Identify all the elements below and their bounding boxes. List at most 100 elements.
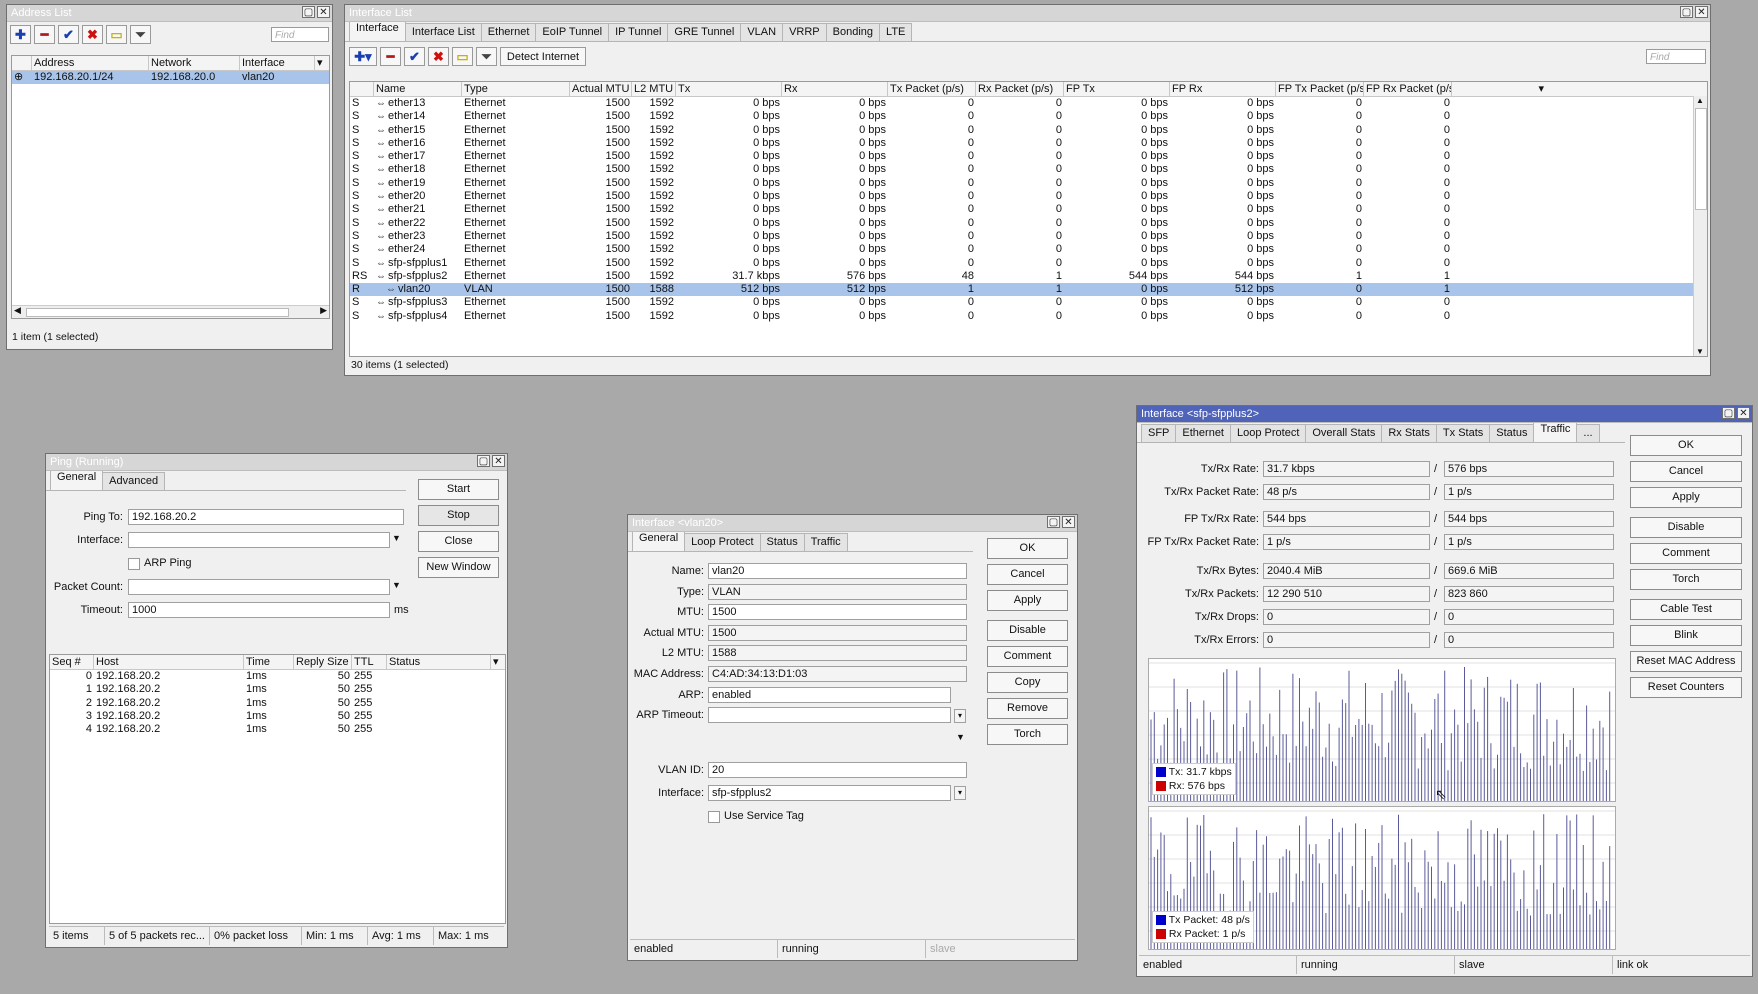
- tab-sfp[interactable]: SFP: [1141, 424, 1177, 442]
- column-header[interactable]: Address: [32, 56, 149, 70]
- tab-loop-protect[interactable]: Loop Protect: [684, 533, 761, 551]
- column-header[interactable]: Time: [244, 655, 294, 669]
- add-icon[interactable]: ✚: [10, 25, 31, 44]
- add-icon[interactable]: ✚▾: [349, 47, 377, 66]
- interface-select[interactable]: sfp-sfpplus2: [708, 785, 951, 801]
- column-header[interactable]: L2 MTU: [632, 82, 676, 96]
- blink-button[interactable]: Blink: [1630, 625, 1742, 646]
- column-header[interactable]: [350, 82, 374, 96]
- table-row[interactable]: 2 192.168.20.2 1ms 50 255: [50, 697, 505, 710]
- address-list-titlebar[interactable]: Address List ▢ ✕: [7, 5, 332, 22]
- tab-loop-protect[interactable]: Loop Protect: [1230, 424, 1307, 442]
- column-header[interactable]: Reply Size: [294, 655, 352, 669]
- maximize-icon[interactable]: ▢: [302, 6, 315, 18]
- vlan-id-input[interactable]: 20: [708, 762, 967, 778]
- column-header[interactable]: Rx: [782, 82, 888, 96]
- arp-timeout-field[interactable]: [708, 707, 951, 724]
- interface-select[interactable]: [128, 532, 390, 548]
- table-row[interactable]: S ⇔ sfp-sfpplus1 Ethernet 1500 1592 0 bps 0 bps…: [350, 257, 1707, 270]
- table-row[interactable]: S ⇔ ether13 Ethernet 1500 1592 0 bps 0 bps 0 0 0 b…: [350, 97, 1707, 110]
- column-header[interactable]: Actual MTU: [570, 82, 632, 96]
- column-header[interactable]: Name: [374, 82, 462, 96]
- tab-general[interactable]: General: [632, 529, 686, 551]
- tab-lte[interactable]: LTE: [879, 23, 913, 41]
- column-header[interactable]: FP Rx: [1170, 82, 1276, 96]
- ok-button[interactable]: OK: [1630, 435, 1742, 456]
- use-service-tag-checkbox[interactable]: [708, 811, 720, 823]
- tab-tx-stats[interactable]: Tx Stats: [1435, 424, 1491, 442]
- ok-button[interactable]: OK: [987, 538, 1068, 559]
- table-row[interactable]: S ⇔ ether22 Ethernet 1500 1592 0 bps 0 bps 0 0 0 b…: [350, 217, 1707, 230]
- vertical-scrollbar[interactable]: ▲ ▼: [1693, 96, 1707, 356]
- scroll-down-icon[interactable]: ▼: [1696, 347, 1704, 356]
- table-row[interactable]: S ⇔ sfp-sfpplus4 Ethernet 1500 1592 0 bps 0 bps…: [350, 310, 1707, 323]
- tab-interface-list[interactable]: Interface List: [404, 23, 482, 41]
- scrollbar-thumb[interactable]: [26, 308, 289, 317]
- new-window-button[interactable]: New Window: [418, 557, 499, 578]
- remove-button[interactable]: Remove: [987, 698, 1068, 719]
- scroll-right-icon[interactable]: ▶: [320, 305, 327, 316]
- column-menu-icon[interactable]: ▾: [315, 56, 329, 70]
- table-row[interactable]: R ⇔ vlan20 VLAN 1500 1588 512 bps 512 bps 1 1 0 bp…: [350, 283, 1707, 297]
- chevron-down-icon[interactable]: ▼: [392, 580, 401, 590]
- column-header[interactable]: Host: [94, 655, 244, 669]
- detect-internet-button[interactable]: Detect Internet: [500, 47, 586, 66]
- table-row[interactable]: 3 192.168.20.2 1ms 50 255: [50, 710, 505, 723]
- tab-more[interactable]: ...: [1576, 424, 1600, 442]
- table-row[interactable]: S ⇔ ether15 Ethernet 1500 1592 0 bps 0 bps 0 0 0 b…: [350, 124, 1707, 137]
- column-menu-icon[interactable]: ▾: [1452, 82, 1562, 96]
- column-header[interactable]: Rx Packet (p/s): [976, 82, 1064, 96]
- maximize-icon[interactable]: ▢: [477, 455, 490, 467]
- table-row[interactable]: 0 192.168.20.2 1ms 50 255: [50, 670, 505, 683]
- tab-ethernet[interactable]: Ethernet: [480, 23, 537, 41]
- tab-vrrp[interactable]: VRRP: [782, 23, 827, 41]
- reset-mac-address-button[interactable]: Reset MAC Address: [1630, 651, 1742, 672]
- apply-button[interactable]: Apply: [1630, 487, 1742, 508]
- interface-dropdown-icon[interactable]: ▾: [954, 786, 966, 800]
- enable-icon[interactable]: ✔: [404, 47, 425, 66]
- tab-gre-tunnel[interactable]: GRE Tunnel: [667, 23, 742, 41]
- mtu-field[interactable]: 1500: [708, 604, 967, 621]
- close-icon[interactable]: ✕: [1737, 407, 1750, 419]
- tab-advanced[interactable]: Advanced: [102, 472, 166, 490]
- cable-test-button[interactable]: Cable Test: [1630, 599, 1742, 620]
- column-header[interactable]: Type: [462, 82, 570, 96]
- close-icon[interactable]: ✕: [1062, 516, 1075, 528]
- maximize-icon[interactable]: ▢: [1680, 6, 1693, 18]
- remove-icon[interactable]: ━: [34, 25, 55, 44]
- close-icon[interactable]: ✕: [492, 455, 505, 467]
- tab-interface[interactable]: Interface: [349, 19, 406, 41]
- filter-icon[interactable]: ⏷: [476, 47, 497, 66]
- table-row[interactable]: S ⇔ ether20 Ethernet 1500 1592 0 bps 0 bps 0 0 0 b…: [350, 190, 1707, 203]
- close-button[interactable]: Close: [418, 531, 499, 552]
- cancel-button[interactable]: Cancel: [1630, 461, 1742, 482]
- comment-icon[interactable]: ▭: [106, 25, 127, 44]
- find-input[interactable]: Find: [1646, 49, 1706, 64]
- apply-button[interactable]: Apply: [987, 590, 1068, 611]
- column-header[interactable]: FP Rx Packet (p/s): [1364, 82, 1452, 96]
- table-row[interactable]: 4 192.168.20.2 1ms 50 255: [50, 723, 505, 736]
- enable-icon[interactable]: ✔: [58, 25, 79, 44]
- table-row[interactable]: S ⇔ ether24 Ethernet 1500 1592 0 bps 0 bps 0 0 0 b…: [350, 243, 1707, 256]
- table-row[interactable]: S ⇔ ether19 Ethernet 1500 1592 0 bps 0 bps 0 0 0 b…: [350, 177, 1707, 190]
- table-row[interactable]: 1 192.168.20.2 1ms 50 255: [50, 683, 505, 696]
- sfp-titlebar[interactable]: Interface <sfp-sfpplus2> ▢ ✕: [1137, 406, 1752, 423]
- close-icon[interactable]: ✕: [317, 6, 330, 18]
- disable-button[interactable]: Disable: [987, 620, 1068, 641]
- packet-count-input[interactable]: [128, 579, 390, 595]
- disable-icon[interactable]: ✖: [428, 47, 449, 66]
- tab-status[interactable]: Status: [759, 533, 805, 551]
- comment-icon[interactable]: ▭: [452, 47, 473, 66]
- name-field[interactable]: vlan20: [708, 563, 967, 579]
- close-icon[interactable]: ✕: [1695, 6, 1708, 18]
- chevron-down-icon[interactable]: ▼: [956, 732, 965, 742]
- tab-vlan[interactable]: VLAN: [740, 23, 784, 41]
- timeout-input[interactable]: 1000: [128, 602, 390, 618]
- vlan-titlebar[interactable]: Interface <vlan20> ▢ ✕: [628, 515, 1077, 532]
- horizontal-scrollbar[interactable]: ◀ ▶: [12, 305, 329, 318]
- column-header[interactable]: TTL: [352, 655, 387, 669]
- tab-rx-stats[interactable]: Rx Stats: [1381, 424, 1437, 442]
- arp-ping-checkbox[interactable]: [128, 558, 140, 570]
- remove-icon[interactable]: ━: [380, 47, 401, 66]
- table-row[interactable]: S ⇔ sfp-sfpplus3 Ethernet 1500 1592 0 bps 0 bps…: [350, 296, 1707, 309]
